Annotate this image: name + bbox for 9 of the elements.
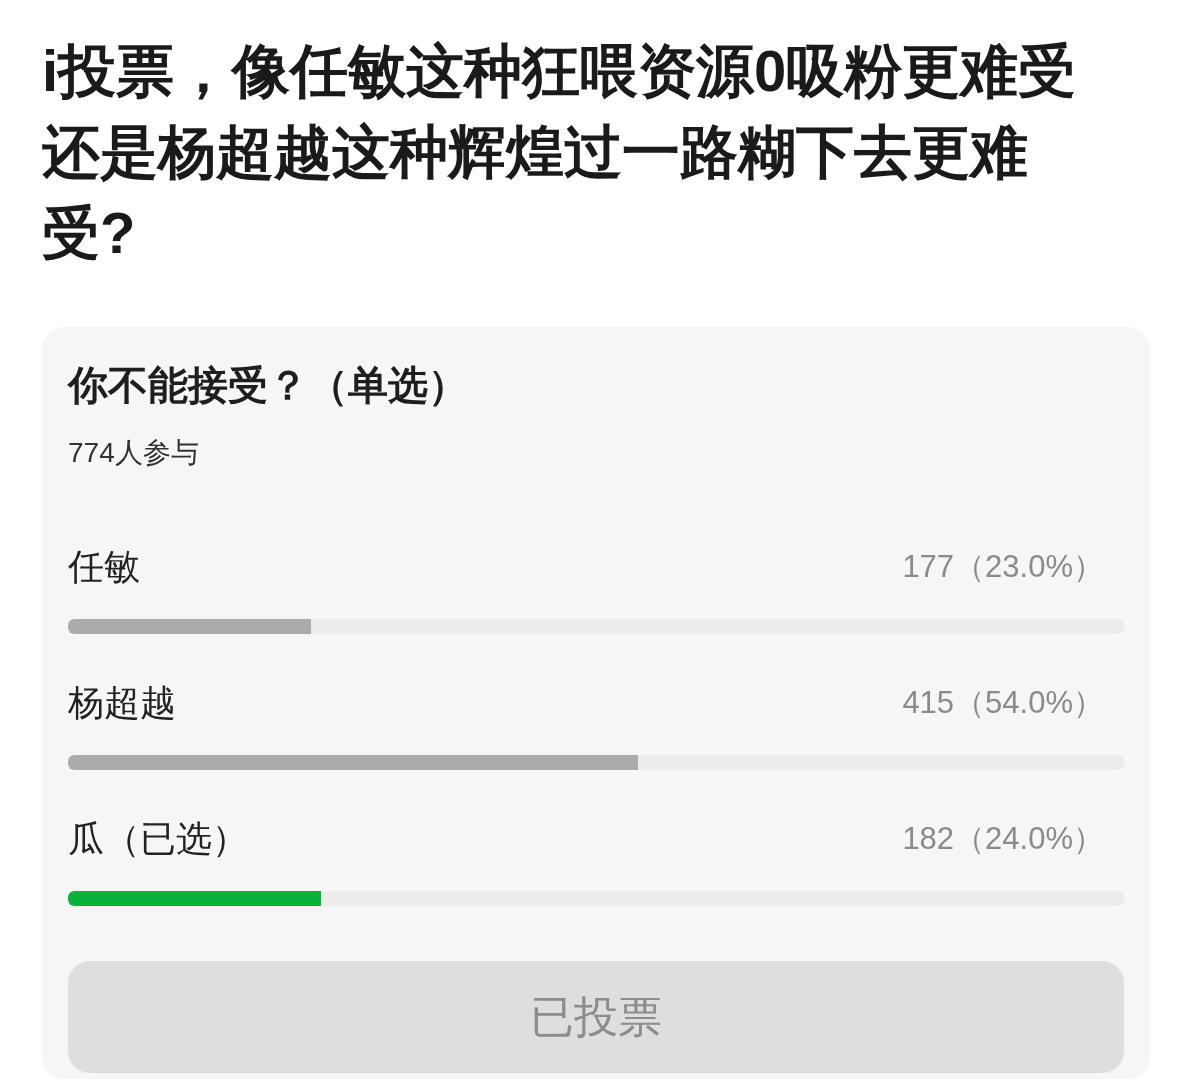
option-label: 任敏 — [68, 545, 140, 589]
option-label: 杨超越 — [68, 681, 176, 725]
poll-question: 你不能接受？（单选） — [68, 362, 469, 409]
participant-count: 774人参与 — [68, 436, 200, 470]
vote-count: 177（23.0%） — [902, 548, 1104, 586]
post-title: i投票，像任敏这种狂喂资源0吸粉更难受还是杨超越这种辉煌过一路糊下去更难受? — [42, 37, 1078, 267]
vote-count: 415（54.0%） — [902, 684, 1104, 722]
option-label: 瓜（已选） — [68, 817, 248, 861]
vote-count: 182（24.0%） — [902, 820, 1104, 858]
